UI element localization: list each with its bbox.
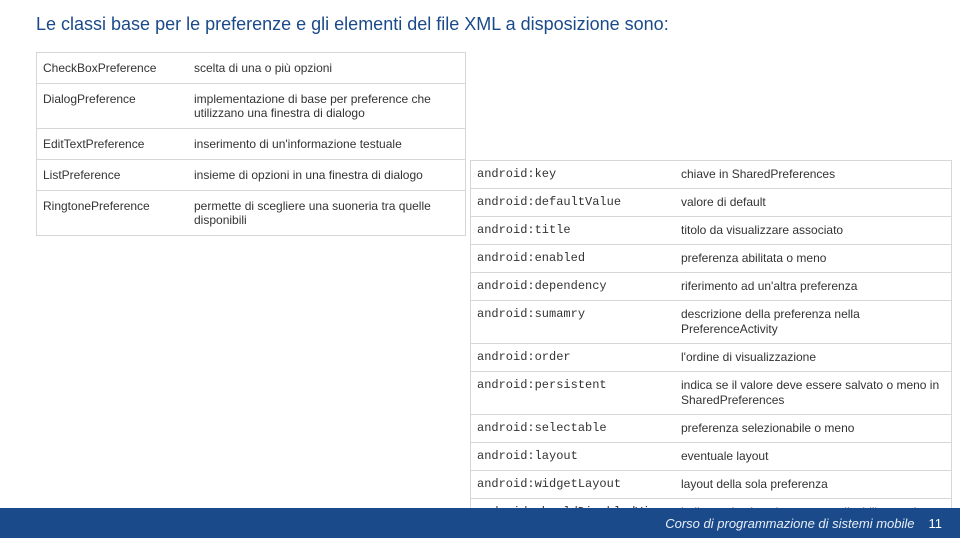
- table-row: android:layout eventuale layout: [471, 443, 951, 471]
- class-desc: inserimento di un'informazione testuale: [192, 129, 465, 159]
- attr-desc: layout della sola preferenza: [679, 471, 951, 498]
- attr-desc: preferenza selezionabile o meno: [679, 415, 951, 442]
- table-row: android:defaultValue valore di default: [471, 189, 951, 217]
- table-row: android:key chiave in SharedPreferences: [471, 161, 951, 189]
- attr-name: android:selectable: [471, 415, 679, 442]
- attr-desc: descrizione della preferenza nella Prefe…: [679, 301, 951, 343]
- attr-name: android:persistent: [471, 372, 679, 414]
- class-desc: permette di scegliere una suoneria tra q…: [192, 191, 465, 235]
- attr-name: android:widgetLayout: [471, 471, 679, 498]
- footer-bar: Corso di programmazione di sistemi mobil…: [0, 508, 960, 538]
- table-row: android:order l'ordine di visualizzazion…: [471, 344, 951, 372]
- class-desc: insieme di opzioni in una finestra di di…: [192, 160, 465, 190]
- table-row: android:enabled preferenza abilitata o m…: [471, 245, 951, 273]
- attr-name: android:key: [471, 161, 679, 188]
- class-desc: scelta di una o più opzioni: [192, 53, 465, 83]
- class-name: RingtonePreference: [37, 191, 192, 235]
- attr-desc: l'ordine di visualizzazione: [679, 344, 951, 371]
- xml-attributes-table: android:key chiave in SharedPreferences …: [470, 160, 952, 538]
- attr-desc: preferenza abilitata o meno: [679, 245, 951, 272]
- attr-name: android:layout: [471, 443, 679, 470]
- table-row: android:title titolo da visualizzare ass…: [471, 217, 951, 245]
- class-name: CheckBoxPreference: [37, 53, 192, 83]
- attr-desc: indica se il valore deve essere salvato …: [679, 372, 951, 414]
- attr-name: android:dependency: [471, 273, 679, 300]
- table-row: android:sumamry descrizione della prefer…: [471, 301, 951, 344]
- table-row: android:dependency riferimento ad un'alt…: [471, 273, 951, 301]
- course-name: Corso di programmazione di sistemi mobil…: [665, 516, 914, 531]
- preference-classes-table: CheckBoxPreference scelta di una o più o…: [36, 52, 466, 236]
- table-row: CheckBoxPreference scelta di una o più o…: [37, 53, 465, 84]
- class-desc: implementazione di base per preference c…: [192, 84, 465, 128]
- table-row: android:persistent indica se il valore d…: [471, 372, 951, 415]
- slide-title: Le classi base per le preferenze e gli e…: [36, 14, 669, 35]
- table-row: android:widgetLayout layout della sola p…: [471, 471, 951, 499]
- table-row: EditTextPreference inserimento di un'inf…: [37, 129, 465, 160]
- table-row: ListPreference insieme di opzioni in una…: [37, 160, 465, 191]
- class-name: DialogPreference: [37, 84, 192, 128]
- table-row: DialogPreference implementazione di base…: [37, 84, 465, 129]
- attr-desc: chiave in SharedPreferences: [679, 161, 951, 188]
- attr-desc: riferimento ad un'altra preferenza: [679, 273, 951, 300]
- table-row: RingtonePreference permette di scegliere…: [37, 191, 465, 235]
- class-name: EditTextPreference: [37, 129, 192, 159]
- attr-desc: titolo da visualizzare associato: [679, 217, 951, 244]
- attr-desc: valore di default: [679, 189, 951, 216]
- attr-desc: eventuale layout: [679, 443, 951, 470]
- class-name: ListPreference: [37, 160, 192, 190]
- attr-name: android:title: [471, 217, 679, 244]
- attr-name: android:enabled: [471, 245, 679, 272]
- attr-name: android:sumamry: [471, 301, 679, 343]
- page-number: 11: [929, 516, 943, 531]
- attr-name: android:order: [471, 344, 679, 371]
- attr-name: android:defaultValue: [471, 189, 679, 216]
- table-row: android:selectable preferenza selezionab…: [471, 415, 951, 443]
